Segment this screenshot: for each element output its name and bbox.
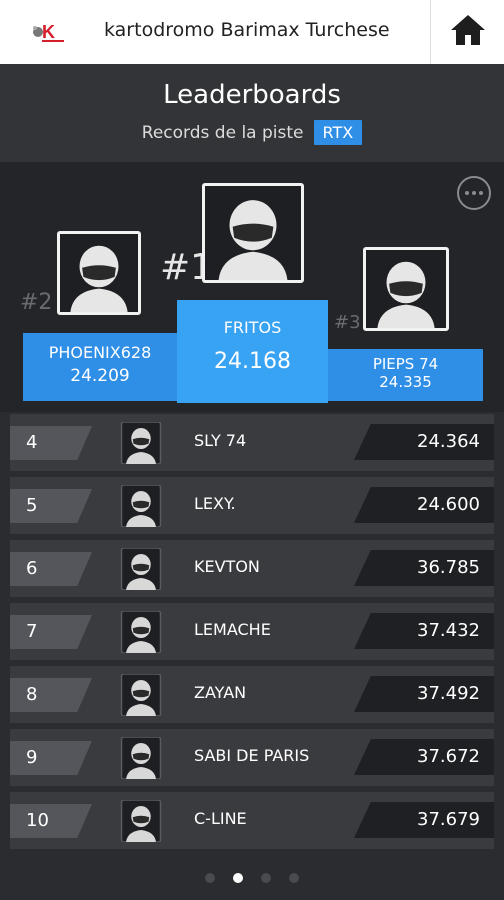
helmet-avatar-icon	[118, 736, 164, 780]
row-rank: 4	[10, 426, 92, 460]
avatar-second[interactable]	[57, 231, 141, 315]
row-time: 37.679	[354, 802, 494, 838]
more-icon-dot	[465, 191, 469, 195]
table-row[interactable]: 9 SABI DE PARIS 37.672	[10, 729, 494, 786]
row-name: ZAYAN	[194, 683, 247, 702]
category-badge[interactable]: RTX	[313, 120, 363, 145]
page-dot[interactable]	[289, 873, 299, 883]
helmet-avatar-icon	[70, 245, 128, 312]
avatar-third[interactable]	[363, 247, 449, 331]
row-time: 36.785	[354, 550, 494, 586]
helmet-avatar-icon	[118, 421, 164, 465]
podium-first-time: 24.168	[214, 349, 291, 374]
page-title: Leaderboards	[163, 80, 341, 110]
row-time: 37.672	[354, 739, 494, 775]
row-rank: 9	[10, 741, 92, 775]
more-icon-dot	[472, 191, 476, 195]
row-rank: 5	[10, 489, 92, 523]
leaderboard-list: 4 SLY 74 24.364 5 LEXY. 24.600 6 KEVTON …	[10, 414, 494, 855]
avatar-first[interactable]	[202, 183, 304, 283]
row-name: SLY 74	[194, 431, 247, 450]
row-rank: 6	[10, 552, 92, 586]
podium-second[interactable]: PHOENIX628 24.209	[23, 333, 177, 401]
row-time: 37.492	[354, 676, 494, 712]
row-name: LEMACHE	[194, 620, 271, 639]
podium-second-name: PHOENIX628	[48, 343, 152, 362]
page-dot[interactable]	[205, 873, 215, 883]
page-dot[interactable]	[261, 873, 271, 883]
top-bar: K kartodromo Barimax Turchese	[0, 0, 504, 64]
venue-logo: K	[28, 18, 68, 46]
helmet-avatar-icon	[118, 673, 164, 717]
helmet-avatar-icon	[118, 610, 164, 654]
row-time: 24.600	[354, 487, 494, 523]
podium-third-time: 24.335	[379, 373, 432, 391]
svg-text:K: K	[42, 22, 55, 42]
subtitle: Records de la piste	[141, 122, 304, 143]
helmet-avatar-icon	[118, 799, 164, 843]
more-icon-dot	[479, 191, 483, 195]
podium-first-name: FRITOS	[223, 318, 282, 337]
table-row[interactable]: 6 KEVTON 36.785	[10, 540, 494, 597]
row-name: C-LINE	[194, 809, 247, 828]
table-row[interactable]: 4 SLY 74 24.364	[10, 414, 494, 471]
helmet-avatar-icon	[118, 484, 164, 528]
row-rank: 8	[10, 678, 92, 712]
row-name: LEXY.	[194, 494, 236, 513]
venue-name: kartodromo Barimax Turchese	[104, 19, 390, 41]
table-row[interactable]: 8 ZAYAN 37.492	[10, 666, 494, 723]
table-row[interactable]: 5 LEXY. 24.600	[10, 477, 494, 534]
podium-third[interactable]: PIEPS 74 24.335	[328, 349, 483, 401]
row-time: 24.364	[354, 424, 494, 460]
more-options-button[interactable]	[457, 176, 491, 210]
table-row[interactable]: 7 LEMACHE 37.432	[10, 603, 494, 660]
podium-first[interactable]: FRITOS 24.168	[177, 300, 328, 403]
helmet-avatar-icon	[218, 200, 288, 280]
rank-mark-second: #2	[20, 290, 53, 315]
helmet-avatar-icon	[377, 261, 435, 328]
page-indicator	[0, 873, 504, 883]
leaderboard-header: Leaderboards Records de la piste RTX	[0, 64, 504, 162]
row-rank: 10	[10, 804, 92, 838]
row-rank: 7	[10, 615, 92, 649]
podium-second-time: 24.209	[70, 366, 130, 386]
rank-mark-third: #3	[334, 312, 361, 333]
table-row[interactable]: 10 C-LINE 37.679	[10, 792, 494, 849]
row-time: 37.432	[354, 613, 494, 649]
page-dot-active[interactable]	[233, 873, 243, 883]
home-icon	[449, 13, 487, 51]
row-name: SABI DE PARIS	[194, 746, 310, 765]
row-name: KEVTON	[194, 557, 260, 576]
subtitle-row: Records de la piste RTX	[0, 120, 504, 145]
helmet-avatar-icon	[118, 547, 164, 591]
podium-third-name: PIEPS 74	[372, 355, 439, 373]
home-button[interactable]	[430, 0, 504, 64]
